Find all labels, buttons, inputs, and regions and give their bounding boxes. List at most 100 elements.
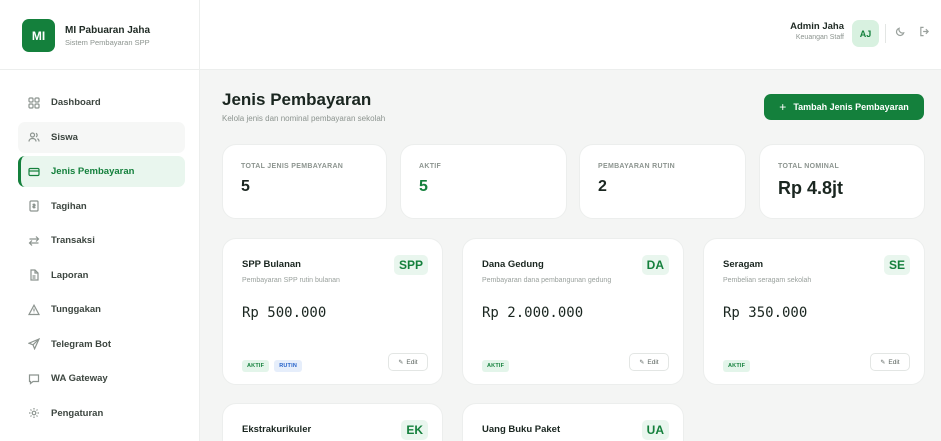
sidebar-item-label: Dashboard <box>51 97 101 108</box>
sidebar-item-tunggakan[interactable]: Tunggakan <box>18 294 185 325</box>
file-icon <box>28 269 40 281</box>
sidebar-item-label: WA Gateway <box>51 373 108 384</box>
card-name: Seragam <box>723 259 764 270</box>
stat-card-total: TOTAL JENIS PEMBAYARAN 5 <box>222 144 387 219</box>
chat-icon <box>28 373 40 385</box>
stat-label: AKTIF <box>419 163 442 170</box>
payment-card-spp: SPP Bulanan SPP Pembayaran SPP rutin bul… <box>222 238 443 385</box>
pencil-icon: ✎ <box>639 359 645 366</box>
user-role: Keuangan Staff <box>795 34 844 41</box>
send-icon <box>28 338 40 350</box>
payment-card-seragam: Seragam SE Pembelian seragam sekolah Rp … <box>703 238 925 385</box>
edit-button[interactable]: ✎ Edit <box>629 353 669 371</box>
sidebar-item-label: Laporan <box>51 269 89 281</box>
logout-icon <box>919 24 930 42</box>
sidebar-item-siswa[interactable]: Siswa <box>18 121 185 153</box>
receipt-icon <box>28 200 40 212</box>
badges: AKTIF RUTIN <box>242 360 303 372</box>
edit-label: Edit <box>647 358 659 366</box>
sidebar-item-tagihan[interactable]: Tagihan <box>18 191 185 222</box>
user-info: Admin Jaha Keuangan Staff <box>790 21 844 41</box>
status-badge: AKTIF <box>242 360 270 372</box>
theme-toggle-button[interactable] <box>889 22 911 44</box>
stat-card-rutin: PEMBAYARAN RUTIN 2 <box>579 144 746 219</box>
status-badge: AKTIF <box>723 360 751 372</box>
brand-name: MI Pabuaran Jaha <box>65 24 151 36</box>
sidebar-item-transaksi[interactable]: Transaksi <box>18 225 185 256</box>
card-code: EK <box>401 420 428 440</box>
users-icon <box>28 131 40 143</box>
edit-label: Edit <box>888 358 900 366</box>
card-code: SE <box>883 255 910 275</box>
card-description: Pembelian seragam sekolah <box>723 277 812 284</box>
payment-card-dana-gedung: Dana Gedung DA Pembayaran dana pembangun… <box>462 238 684 385</box>
swap-icon <box>28 235 40 247</box>
main-content: Jenis Pembayaran Kelola jenis dan nomina… <box>200 70 941 441</box>
card-code: UA <box>641 420 669 440</box>
stat-value: 5 <box>241 178 250 195</box>
card-name: SPP Bulanan <box>242 259 301 270</box>
brand-subtitle: Sistem Pembayaran SPP <box>65 37 150 47</box>
moon-icon <box>895 24 906 42</box>
card-description: Pembayaran SPP rutin bulanan <box>242 277 340 284</box>
add-payment-type-button[interactable]: + Tambah Jenis Pembayaran <box>764 94 924 120</box>
sidebar-item-label: Tagihan <box>51 200 87 212</box>
card-amount: Rp 2.000.000 <box>482 305 584 321</box>
topbar: Admin Jaha Keuangan Staff AJ <box>200 0 941 70</box>
sidebar-item-telegram-bot[interactable]: Telegram Bot <box>18 329 185 360</box>
pencil-icon: ✎ <box>398 359 404 366</box>
stat-card-total-nominal: TOTAL NOMINAL Rp 4.8jt <box>759 144 925 219</box>
sidebar: MI MI Pabuaran Jaha Sistem Pembayaran SP… <box>0 0 200 441</box>
card-code: DA <box>641 255 669 275</box>
status-badge: AKTIF <box>482 360 510 372</box>
user-name: Admin Jaha <box>790 21 844 32</box>
card-description: Pembayaran dana pembangunan gedung <box>482 277 612 284</box>
stat-value: 2 <box>598 178 607 195</box>
sidebar-item-label: Pengaturan <box>51 407 104 419</box>
sidebar-item-label: Jenis Pembayaran <box>51 166 135 177</box>
page-title: Jenis Pembayaran <box>222 90 372 109</box>
edit-button[interactable]: ✎ Edit <box>388 353 428 371</box>
gear-icon <box>28 407 40 419</box>
card-amount: Rp 350.000 <box>723 305 808 321</box>
rutin-badge: RUTIN <box>274 360 303 372</box>
badges: AKTIF <box>482 360 510 372</box>
divider <box>885 24 886 43</box>
sidebar-item-dashboard[interactable]: Dashboard <box>18 87 185 118</box>
card-amount: Rp 500.000 <box>242 305 327 321</box>
card-name: Uang Buku Paket <box>482 424 561 435</box>
card-name: Ekstrakurikuler <box>242 424 312 435</box>
grid-icon <box>28 96 40 109</box>
stat-value: Rp 4.8jt <box>778 178 844 198</box>
pencil-icon: ✎ <box>880 359 886 366</box>
card-icon <box>28 166 40 178</box>
stat-label: PEMBAYARAN RUTIN <box>598 163 676 170</box>
logout-button[interactable] <box>913 22 935 44</box>
sidebar-item-pengaturan[interactable]: Pengaturan <box>18 398 185 429</box>
badges: AKTIF <box>723 360 751 372</box>
sidebar-item-label: Tunggakan <box>51 304 101 315</box>
stat-label: TOTAL JENIS PEMBAYARAN <box>241 163 344 170</box>
sidebar-nav: Dashboard Siswa Jenis Pembayaran Tagihan… <box>0 70 199 429</box>
sidebar-item-laporan[interactable]: Laporan <box>18 260 185 291</box>
stat-label: TOTAL NOMINAL <box>778 163 840 170</box>
brand-logo: MI <box>22 19 55 52</box>
sidebar-item-label: Siswa <box>51 131 78 143</box>
sidebar-item-label: Transaksi <box>51 235 95 246</box>
stat-value: 5 <box>419 178 428 195</box>
warning-icon <box>28 303 40 316</box>
sidebar-item-label: Telegram Bot <box>51 338 112 350</box>
add-button-label: Tambah Jenis Pembayaran <box>793 102 909 112</box>
card-code: SPP <box>393 255 428 275</box>
edit-button[interactable]: ✎ Edit <box>870 353 910 371</box>
plus-icon: + <box>779 100 787 114</box>
brand: MI MI Pabuaran Jaha Sistem Pembayaran SP… <box>0 0 199 70</box>
edit-label: Edit <box>406 358 418 366</box>
payment-card-uang-buku-paket: Uang Buku Paket UA <box>462 403 684 441</box>
payment-card-ekstrakurikuler: Ekstrakurikuler EK <box>222 403 443 441</box>
sidebar-item-jenis-pembayaran[interactable]: Jenis Pembayaran <box>18 156 185 187</box>
page-subtitle: Kelola jenis dan nominal pembayaran seko… <box>222 114 386 123</box>
stat-card-aktif: AKTIF 5 <box>400 144 567 219</box>
avatar[interactable]: AJ <box>852 20 879 47</box>
sidebar-item-wa-gateway[interactable]: WA Gateway <box>18 363 185 394</box>
